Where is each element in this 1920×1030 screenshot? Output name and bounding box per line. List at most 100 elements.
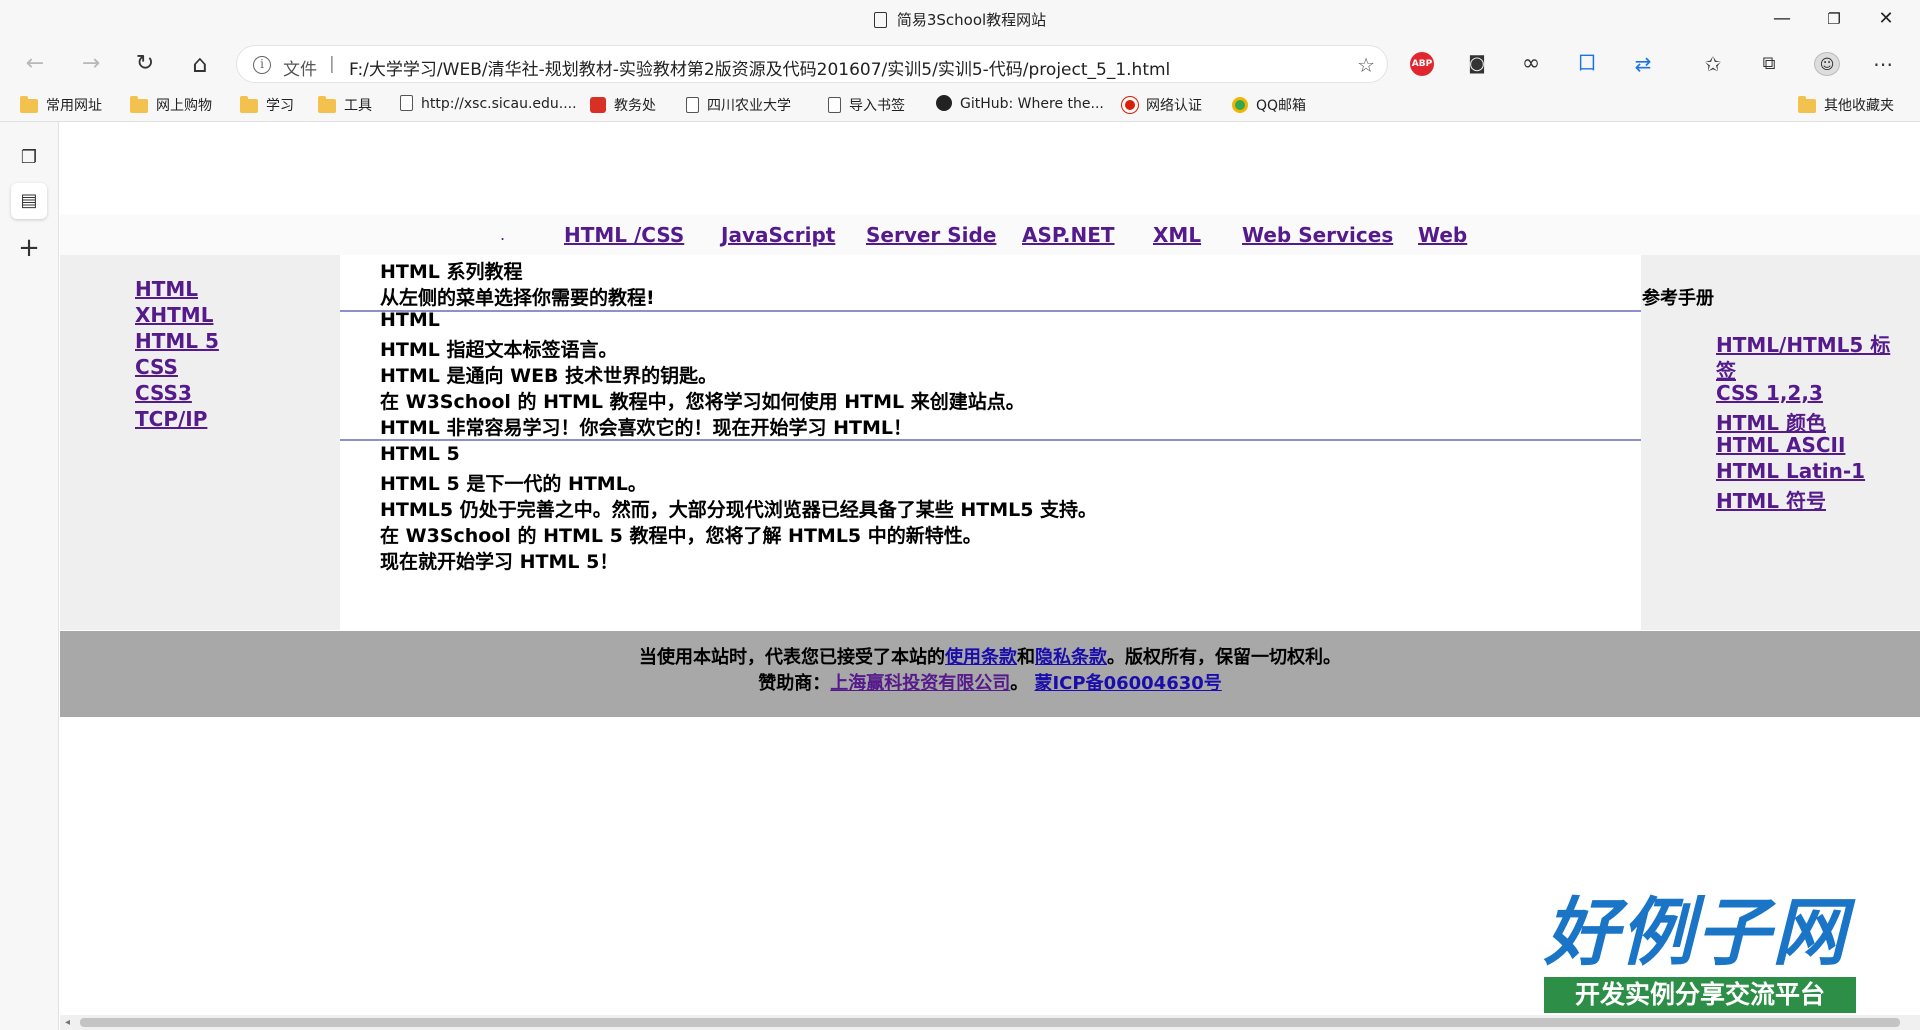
github-icon (936, 95, 952, 111)
tab-actions-icon[interactable]: ❐ (11, 140, 47, 176)
footer-terms-line: 当使用本站时，代表您已接受了本站的使用条款和隐私条款。版权所有，保留一切权利。 (639, 647, 1341, 668)
browser-toolbar: ← → ↻ ⌂ i 文件 | F:/大学学习/WEB/清华社-规划教材-实验教材… (0, 40, 1920, 88)
scroll-left-arrow[interactable]: ◂ (65, 1015, 70, 1030)
nav-link-aspnet[interactable]: ASP.NET (1022, 223, 1115, 247)
sponsor-link[interactable]: 上海赢科投资有限公司 (830, 673, 1010, 694)
collections-icon[interactable]: ⧉ (1756, 52, 1782, 76)
ref-link-html-tags[interactable]: HTML/HTML5 标 (1716, 329, 1890, 358)
ref-link-html-ascii[interactable]: HTML ASCII (1716, 433, 1845, 457)
back-button[interactable]: ← (18, 48, 52, 80)
watermark-logo: 好例子网 开发实例分享交流平台 (1544, 893, 1856, 1021)
top-navigation: . HTML /CSS JavaScript Server Side ASP.N… (60, 215, 1920, 255)
page-footer: 当使用本站时，代表您已接受了本站的使用条款和隐私条款。版权所有，保留一切权利。 … (60, 631, 1920, 717)
left-link-css3[interactable]: CSS3 (135, 381, 192, 405)
red-circle-icon (1122, 97, 1138, 113)
refresh-button[interactable]: ↻ (128, 48, 162, 80)
home-button[interactable]: ⌂ (183, 48, 217, 80)
html5-text: 现在就开始学习 HTML 5！ (380, 551, 619, 573)
bookmark-item-other[interactable]: 其他收藏夹 (1798, 95, 1894, 115)
close-button[interactable]: ✕ (1858, 4, 1914, 34)
reference-title: 参考手册 (1642, 288, 1714, 309)
html-text: HTML 非常容易学习！你会喜欢它的！现在开始学习 HTML！ (380, 417, 912, 439)
left-link-html5[interactable]: HTML 5 (135, 329, 219, 353)
bookmark-item[interactable]: 导入书签 (828, 95, 905, 115)
left-link-css[interactable]: CSS (135, 355, 178, 379)
document-icon (873, 12, 887, 28)
section-divider (340, 439, 1641, 441)
info-icon[interactable]: i (253, 56, 271, 74)
terms-link[interactable]: 使用条款 (945, 647, 1017, 668)
folder-icon (20, 96, 38, 113)
red-home-icon (590, 97, 606, 113)
minimize-button[interactable]: — (1754, 4, 1810, 34)
bookmark-item[interactable]: http://xsc.sicau.edu.... (400, 95, 577, 112)
tampermonkey-icon[interactable]: ◙ (1464, 52, 1490, 76)
bookmark-item[interactable]: 工具 (318, 95, 372, 115)
ref-link-html-tags-cont[interactable]: 签 (1716, 355, 1736, 384)
bookmark-item[interactable]: 学习 (240, 95, 294, 115)
html5-text: HTML 5 是下一代的 HTML。 (380, 473, 647, 495)
bookmark-item[interactable]: 教务处 (590, 95, 656, 115)
folder-icon (240, 96, 258, 113)
ref-link-html-latin1[interactable]: HTML Latin-1 (1716, 459, 1865, 483)
html5-heading: HTML 5 (380, 443, 460, 465)
adblock-icon[interactable]: ABP (1410, 52, 1434, 76)
folder-icon (130, 96, 148, 113)
intro-text: 从左侧的菜单选择你需要的教程! (380, 287, 655, 309)
icp-link[interactable]: 蒙ICP备06004630号 (1034, 673, 1221, 694)
title-bar: 简易3School教程网站 — ❐ ✕ (0, 0, 1920, 40)
nav-link-server-side[interactable]: Server Side (866, 223, 996, 247)
folder-icon (318, 96, 336, 113)
qq-icon (1232, 97, 1248, 113)
bookmark-item[interactable]: 四川农业大学 (686, 95, 791, 115)
left-menu: HTML XHTML HTML 5 CSS CSS3 TCP/IP (60, 255, 340, 630)
left-link-html[interactable]: HTML (135, 277, 198, 301)
sync-icon[interactable]: ⇄ (1630, 52, 1656, 76)
left-link-tcpip[interactable]: TCP/IP (135, 407, 207, 431)
page-icon (686, 97, 699, 113)
nav-link-xml[interactable]: XML (1153, 223, 1201, 247)
page-icon (400, 95, 413, 111)
vertical-tab-rail: ❐ ▤ + (0, 122, 59, 1030)
bookmark-item[interactable]: 常用网址 (20, 95, 102, 115)
bookmark-item[interactable]: GitHub: Where the... (936, 95, 1104, 112)
infinity-icon[interactable]: ∞ (1518, 52, 1544, 76)
footer-sponsor-line: 赞助商：上海赢科投资有限公司。 蒙ICP备06004630号 (758, 673, 1222, 694)
forward-button[interactable]: → (74, 48, 108, 80)
html-heading: HTML (380, 309, 440, 331)
reference-sidebar: 参考手册 HTML/HTML5 标 签 CSS 1,2,3 HTML 颜色 HT… (1641, 255, 1920, 630)
more-menu-icon[interactable]: ⋯ (1870, 52, 1896, 76)
translate-icon[interactable]: 囗 (1574, 52, 1600, 76)
watermark-tagline: 开发实例分享交流平台 (1544, 977, 1856, 1013)
ref-link-css[interactable]: CSS 1,2,3 (1716, 381, 1823, 405)
favorites-icon[interactable]: ✩ (1700, 52, 1726, 76)
profile-avatar[interactable]: ☺ (1814, 52, 1840, 76)
add-favorite-icon[interactable]: ☆ (1357, 53, 1375, 77)
nav-link-web-services[interactable]: Web Services (1242, 223, 1393, 247)
nav-link-web[interactable]: Web (1418, 223, 1467, 247)
folder-icon (1798, 96, 1816, 113)
ref-link-html-colors[interactable]: HTML 颜色 (1716, 407, 1826, 436)
main-content: HTML 系列教程 从左侧的菜单选择你需要的教程! HTML HTML 指超文本… (340, 255, 1641, 630)
ref-link-html-symbols[interactable]: HTML 符号 (1716, 485, 1826, 514)
html-text: 在 W3School 的 HTML 教程中，您将学习如何使用 HTML 来创建站… (380, 391, 1025, 413)
new-tab-icon[interactable]: + (11, 230, 47, 266)
nav-link-javascript[interactable]: JavaScript (721, 223, 835, 247)
maximize-button[interactable]: ❐ (1806, 4, 1862, 34)
nav-link-html-css[interactable]: HTML /CSS (564, 223, 684, 247)
bookmark-item[interactable]: 网上购物 (130, 95, 212, 115)
address-bar[interactable]: i 文件 | F:/大学学习/WEB/清华社-规划教材-实验教材第2版资源及代码… (236, 45, 1388, 83)
watermark-logo-text: 好例子网 (1544, 890, 1848, 976)
privacy-link[interactable]: 隐私条款 (1035, 647, 1107, 668)
html-text: HTML 是通向 WEB 技术世界的钥匙。 (380, 365, 718, 387)
bookmark-item[interactable]: QQ邮箱 (1232, 95, 1306, 115)
html-text: HTML 指超文本标签语言。 (380, 339, 618, 361)
bookmark-item[interactable]: 网络认证 (1122, 95, 1202, 115)
file-label: 文件 (283, 60, 317, 80)
section-divider (340, 310, 1641, 312)
left-link-xhtml[interactable]: XHTML (135, 303, 213, 327)
url-text[interactable]: F:/大学学习/WEB/清华社-规划教材-实验教材第2版资源及代码201607/… (349, 55, 1170, 80)
address-separator: | (329, 54, 335, 74)
current-tab-page-icon[interactable]: ▤ (11, 183, 47, 219)
window-title: 简易3School教程网站 (0, 9, 1920, 30)
